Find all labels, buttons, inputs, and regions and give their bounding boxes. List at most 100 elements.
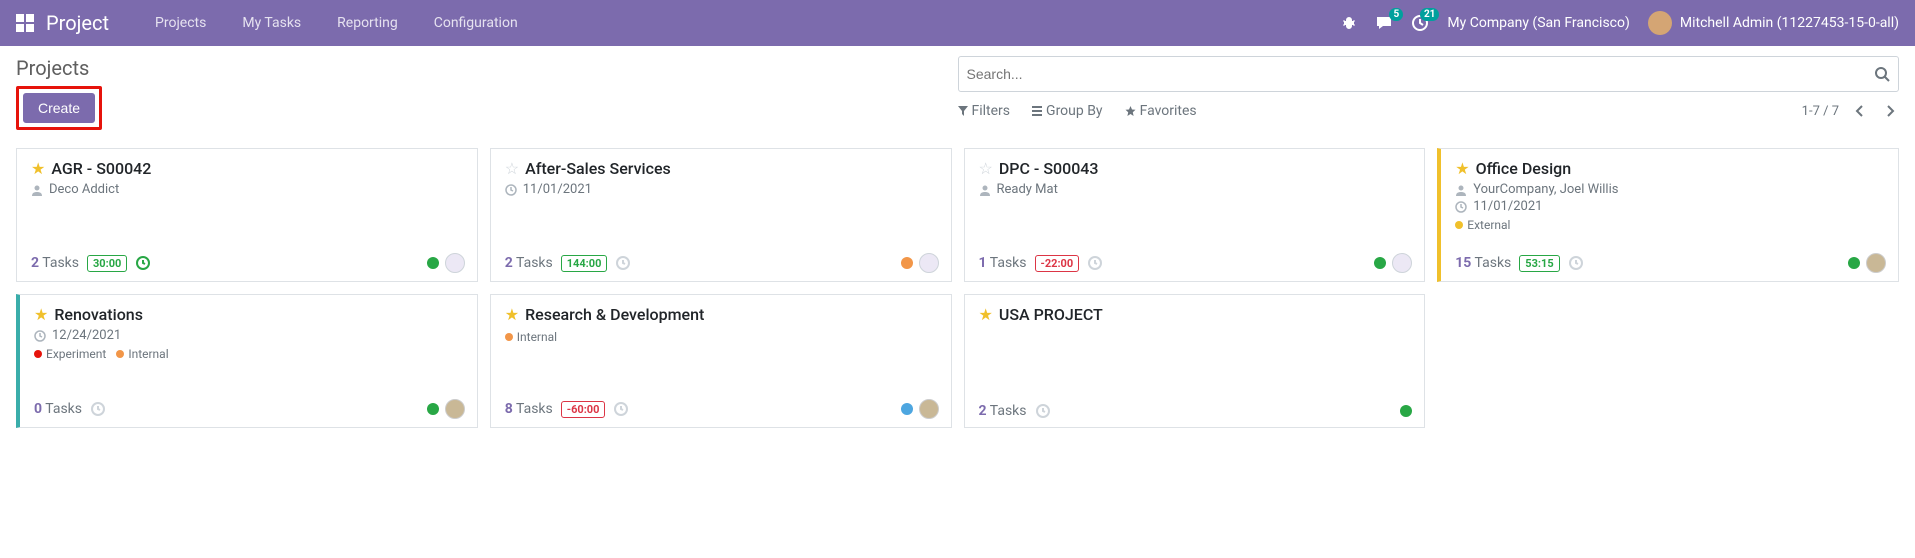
hours-pill: 144:00 [561, 255, 608, 272]
messaging-icon[interactable]: 5 [1375, 14, 1393, 32]
assignee-avatar-icon[interactable] [445, 399, 465, 419]
hours-pill: -60:00 [561, 401, 606, 418]
timesheet-clock-icon[interactable] [1568, 255, 1584, 271]
status-dot[interactable] [427, 403, 439, 415]
clock-icon [34, 330, 46, 342]
status-dot[interactable] [1848, 257, 1860, 269]
date-line: 11/01/2021 [1455, 199, 1886, 214]
nav-link-reporting[interactable]: Reporting [319, 0, 416, 46]
create-button[interactable]: Create [23, 93, 95, 123]
project-title: USA PROJECT [999, 305, 1103, 324]
person-icon [979, 184, 991, 196]
company-switcher[interactable]: My Company (San Francisco) [1447, 15, 1629, 31]
favorite-star-icon[interactable]: ☆ [979, 159, 993, 178]
assignee-avatar-icon[interactable] [445, 253, 465, 273]
groupby-button[interactable]: Group By [1032, 103, 1103, 119]
project-card[interactable]: ★ Office Design YourCompany, Joel Willis… [1437, 148, 1899, 282]
search-input[interactable] [967, 66, 1875, 82]
date-line: 11/01/2021 [505, 182, 939, 197]
apps-icon[interactable] [16, 14, 34, 32]
tags: Experiment Internal [34, 347, 465, 361]
project-card[interactable]: ★ AGR - S00042 Deco Addict 2 Tasks 30:00 [16, 148, 478, 282]
task-count[interactable]: 8 Tasks [505, 401, 553, 417]
timesheet-clock-icon[interactable] [1087, 255, 1103, 271]
timesheet-clock-icon[interactable] [1035, 403, 1051, 419]
project-card[interactable]: ☆ DPC - S00043 Ready Mat 1 Tasks -22:00 [964, 148, 1426, 282]
task-count[interactable]: 2 Tasks [505, 255, 553, 271]
person-icon [1455, 184, 1467, 196]
favorites-button[interactable]: Favorites [1125, 103, 1197, 119]
favorite-star-icon[interactable]: ★ [1455, 159, 1469, 178]
search-icon[interactable] [1874, 66, 1890, 82]
favorite-star-icon[interactable]: ★ [34, 305, 48, 324]
filter-icon [958, 106, 968, 116]
pager-text: 1-7 / 7 [1802, 104, 1839, 119]
status-dot[interactable] [901, 257, 913, 269]
activity-badge: 21 [1420, 8, 1439, 21]
nav-link-mytasks[interactable]: My Tasks [224, 0, 319, 46]
hours-pill: -22:00 [1035, 255, 1080, 272]
project-title: DPC - S00043 [999, 159, 1099, 178]
status-dot[interactable] [901, 403, 913, 415]
timesheet-clock-icon[interactable] [613, 401, 629, 417]
task-count[interactable]: 2 Tasks [31, 255, 79, 271]
partner-line: Ready Mat [979, 182, 1413, 197]
timesheet-clock-icon[interactable] [615, 255, 631, 271]
top-navbar: Project Projects My Tasks Reporting Conf… [0, 0, 1915, 46]
tags: Internal [505, 330, 939, 344]
favorite-star-icon[interactable]: ★ [979, 305, 993, 324]
project-card[interactable]: ★ Renovations 12/24/2021 ExperimentInter… [16, 294, 478, 428]
filters-button[interactable]: Filters [958, 103, 1011, 119]
date-value: 11/01/2021 [523, 182, 592, 197]
project-card[interactable]: ☆ After-Sales Services 11/01/2021 2 Task… [490, 148, 952, 282]
project-title: AGR - S00042 [51, 159, 151, 178]
clock-icon [505, 184, 517, 196]
timesheet-clock-icon[interactable] [90, 401, 106, 417]
partner-line: YourCompany, Joel Willis [1455, 182, 1886, 197]
user-menu[interactable]: Mitchell Admin (11227453-15-0-all) [1648, 11, 1899, 35]
list-icon [1032, 106, 1042, 116]
task-count[interactable]: 0 Tasks [34, 401, 82, 417]
tag-dot-icon [1455, 221, 1463, 229]
assignee-avatar-icon[interactable] [1392, 253, 1412, 273]
pager-prev[interactable] [1851, 100, 1869, 122]
status-dot[interactable] [427, 257, 439, 269]
groupby-label: Group By [1046, 103, 1103, 119]
partner-name: Ready Mat [997, 182, 1058, 197]
tag-dot-icon [505, 333, 513, 341]
activity-icon[interactable]: 21 [1411, 14, 1429, 32]
task-count[interactable]: 15 Tasks [1455, 255, 1511, 271]
nav-link-projects[interactable]: Projects [137, 0, 224, 46]
tag-label: Experiment [46, 347, 106, 361]
project-title: After-Sales Services [525, 159, 671, 178]
tag: External [1455, 218, 1510, 232]
assignee-avatar-icon[interactable] [1866, 253, 1886, 273]
favorite-star-icon[interactable]: ★ [505, 305, 519, 324]
status-dot[interactable] [1374, 257, 1386, 269]
search-box[interactable] [958, 56, 1900, 92]
timesheet-clock-icon[interactable] [135, 255, 151, 271]
favorite-star-icon[interactable]: ☆ [505, 159, 519, 178]
favorites-label: Favorites [1140, 103, 1197, 119]
project-card[interactable]: ★ Research & Development Internal 8 Task… [490, 294, 952, 428]
status-dot[interactable] [1400, 405, 1412, 417]
nav-link-configuration[interactable]: Configuration [416, 0, 536, 46]
favorite-star-icon[interactable]: ★ [31, 159, 45, 178]
tags: External [1455, 218, 1886, 232]
control-panel: Projects Create Filters Group By [0, 46, 1915, 130]
task-count[interactable]: 1 Tasks [979, 255, 1027, 271]
create-highlight: Create [16, 86, 102, 130]
pager-next[interactable] [1881, 100, 1899, 122]
assignee-avatar-icon[interactable] [919, 399, 939, 419]
app-brand[interactable]: Project [46, 11, 109, 35]
tag: Experiment [34, 347, 106, 361]
partner-line: Deco Addict [31, 182, 465, 197]
tag-label: Internal [128, 347, 168, 361]
project-card[interactable]: ★ USA PROJECT 2 Tasks [964, 294, 1426, 428]
task-count[interactable]: 2 Tasks [979, 403, 1027, 419]
hours-pill: 53:15 [1519, 255, 1559, 272]
debug-icon[interactable] [1341, 15, 1357, 31]
clock-icon [1455, 201, 1467, 213]
assignee-avatar-icon[interactable] [919, 253, 939, 273]
partner-name: YourCompany, Joel Willis [1473, 182, 1618, 197]
